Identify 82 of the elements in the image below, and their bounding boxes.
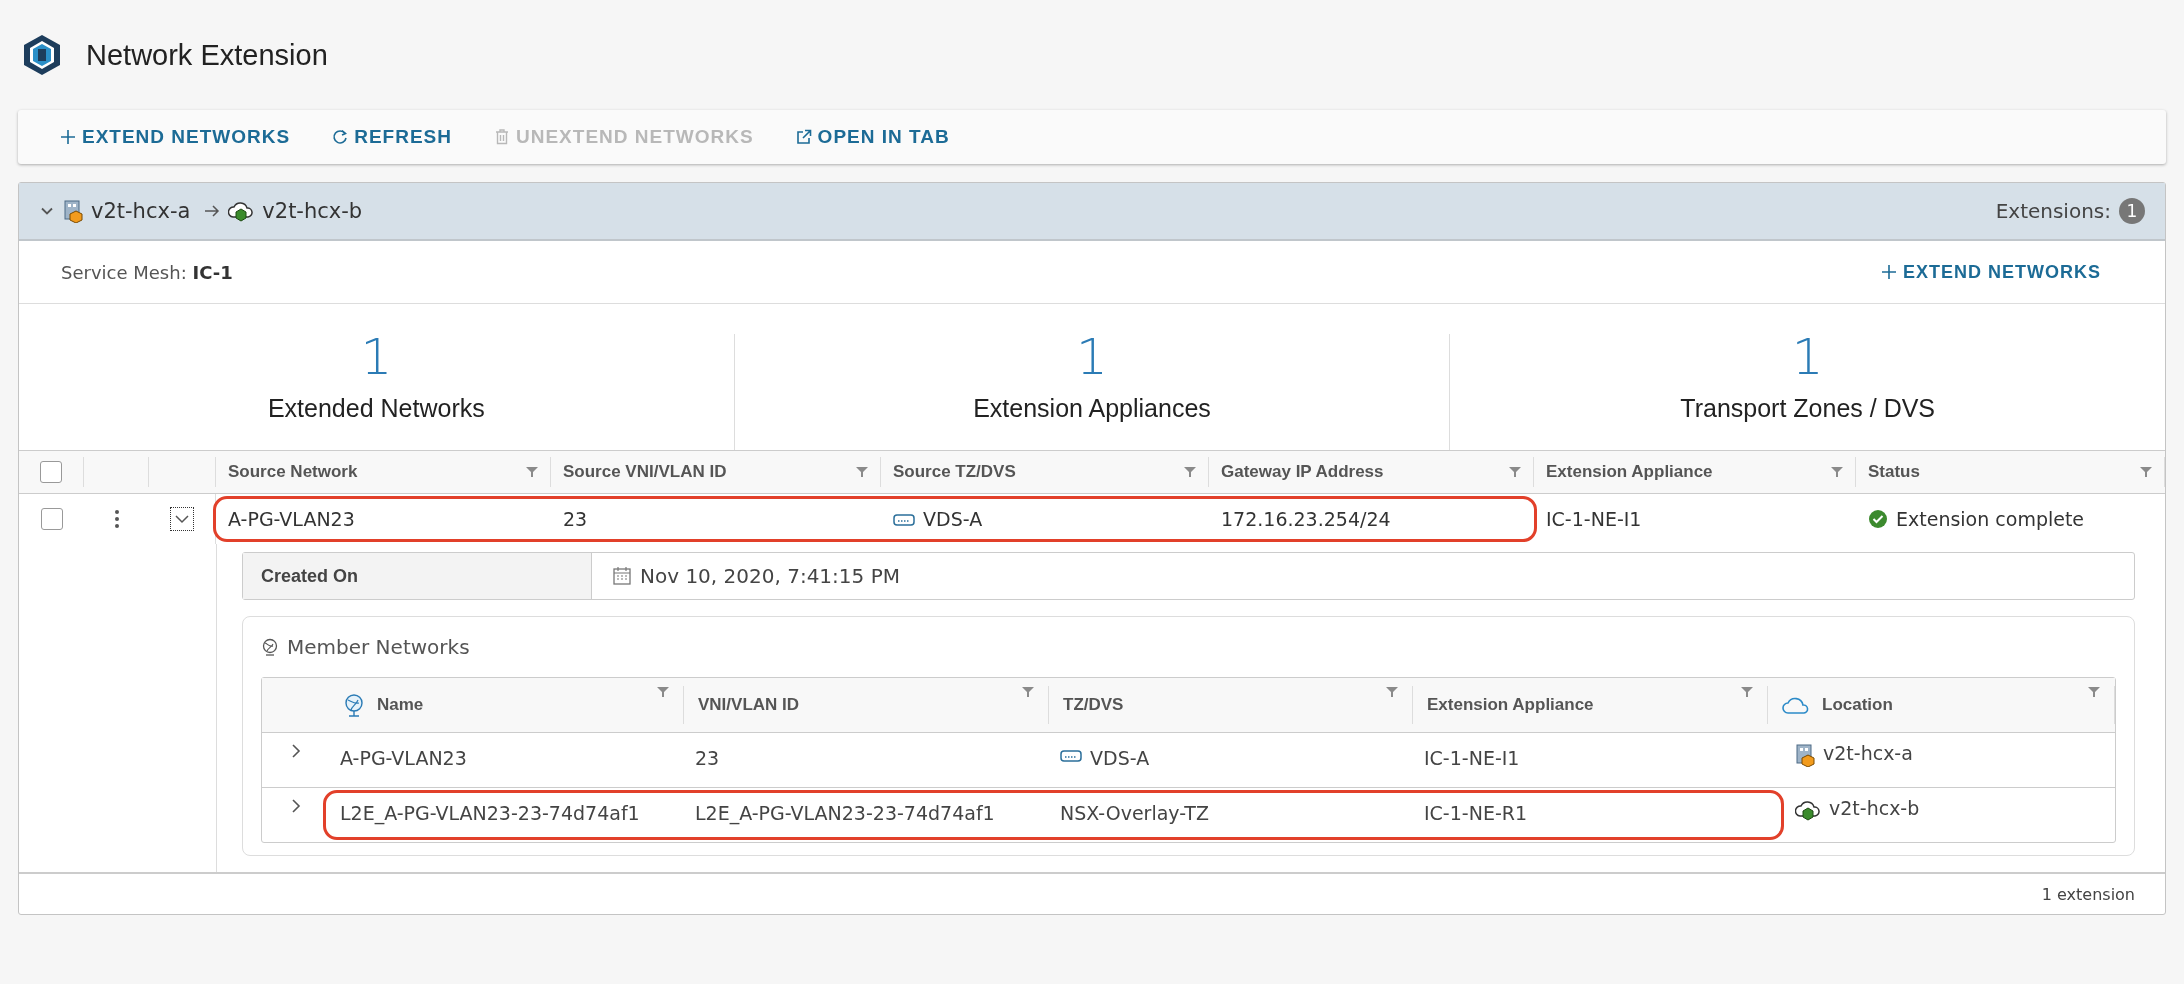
table-cell: NSX-Overlay-TZ bbox=[1060, 803, 1209, 825]
filter-icon[interactable] bbox=[1741, 686, 1753, 698]
stat-value: 1 bbox=[1076, 331, 1108, 382]
stat-label: Transport Zones / DVS bbox=[1680, 393, 1936, 423]
service-mesh-label: Service Mesh: IC-1 bbox=[61, 261, 233, 283]
table-cell: A-PG-VLAN23 bbox=[340, 748, 467, 770]
source-site-name: v2t-hcx-a bbox=[91, 199, 191, 223]
row-expand-toggle[interactable] bbox=[170, 507, 194, 531]
calendar-icon bbox=[612, 566, 632, 586]
filter-icon[interactable] bbox=[1386, 686, 1398, 698]
filter-icon[interactable] bbox=[2088, 686, 2100, 698]
plus-icon bbox=[60, 129, 76, 145]
filter-icon[interactable] bbox=[657, 686, 669, 698]
extend-networks-button[interactable]: EXTEND NETWORKS bbox=[1877, 257, 2105, 287]
refresh-icon bbox=[332, 129, 349, 145]
filter-icon[interactable] bbox=[1022, 686, 1034, 698]
member-networks-title: Member Networks bbox=[287, 635, 470, 659]
extension-count: 1 extension bbox=[2041, 884, 2135, 904]
toolbar-button[interactable]: EXTEND NETWORKS bbox=[56, 122, 295, 152]
filter-icon[interactable] bbox=[1509, 466, 1521, 478]
table-cell: L2E_A-PG-VLAN23-23-74d74af1 bbox=[340, 803, 640, 825]
column-header: Source TZ/DVS bbox=[893, 462, 1016, 482]
created-on-value: Nov 10, 2020, 7:41:15 PM bbox=[640, 564, 900, 588]
table-cell: IC-1-NE-R1 bbox=[1424, 803, 1528, 825]
filter-icon[interactable] bbox=[2140, 466, 2152, 478]
stat-value: 1 bbox=[360, 331, 393, 382]
column-header: Status bbox=[1868, 462, 1920, 482]
table-cell: 23 bbox=[563, 508, 588, 530]
table-cell: VDS-A bbox=[1090, 748, 1150, 770]
column-header: Name bbox=[377, 695, 424, 715]
column-header: TZ/DVS bbox=[1063, 695, 1124, 715]
filter-icon[interactable] bbox=[1184, 466, 1196, 478]
building-icon bbox=[63, 199, 83, 223]
table-cell: IC-1-NE-I1 bbox=[1546, 508, 1642, 530]
plus-icon bbox=[1881, 264, 1897, 280]
external-link-icon bbox=[795, 129, 812, 145]
column-header: Extension Appliance bbox=[1427, 695, 1594, 715]
page-title: Network Extension bbox=[86, 38, 328, 72]
more-options-icon[interactable] bbox=[113, 509, 120, 529]
table-cell: v2t-hcx-a bbox=[1823, 743, 1913, 765]
destination-site-name: v2t-hcx-b bbox=[262, 199, 363, 223]
extensions-label: Extensions: bbox=[1995, 199, 2111, 223]
filter-icon[interactable] bbox=[856, 466, 868, 478]
switch-icon bbox=[893, 512, 915, 526]
select-all-checkbox[interactable] bbox=[40, 461, 62, 483]
column-header: Extension Appliance bbox=[1546, 462, 1713, 482]
table-cell: v2t-hcx-b bbox=[1829, 798, 1920, 820]
building-icon bbox=[1795, 743, 1815, 767]
toolbar-button[interactable]: REFRESH bbox=[328, 122, 456, 152]
table-cell: L2E_A-PG-VLAN23-23-74d74af1 bbox=[695, 803, 995, 825]
created-on-label: Created On bbox=[243, 553, 592, 599]
cloud-icon bbox=[228, 199, 255, 223]
stat-label: Extended Networks bbox=[267, 393, 485, 423]
switch-icon bbox=[1060, 748, 1082, 762]
column-header: Source Network bbox=[228, 462, 358, 482]
column-header: VNI/VLAN ID bbox=[698, 695, 800, 715]
arrow-right-icon bbox=[204, 203, 221, 219]
table-cell: 23 bbox=[695, 748, 720, 770]
trash-icon bbox=[494, 129, 510, 145]
app-logo-icon bbox=[22, 33, 62, 77]
extensions-count-badge: 1 bbox=[2119, 198, 2145, 224]
success-check-icon bbox=[1868, 509, 1888, 529]
filter-icon[interactable] bbox=[1831, 466, 1843, 478]
globe-icon bbox=[261, 638, 279, 656]
table-cell: VDS-A bbox=[923, 508, 983, 530]
column-header: Location bbox=[1822, 695, 1893, 715]
stat-value: 1 bbox=[1791, 331, 1824, 382]
column-header: Source VNI/VLAN ID bbox=[563, 462, 727, 482]
status-text: Extension complete bbox=[1896, 508, 2085, 530]
globe-icon bbox=[343, 693, 365, 717]
filter-icon[interactable] bbox=[526, 466, 538, 478]
cloud-icon bbox=[1782, 695, 1810, 715]
table-cell: 172.16.23.254/24 bbox=[1221, 508, 1391, 530]
row-expand-toggle[interactable] bbox=[289, 743, 302, 759]
stat-label: Extension Appliances bbox=[973, 393, 1211, 423]
cloud-icon bbox=[1795, 798, 1821, 822]
table-cell: A-PG-VLAN23 bbox=[228, 508, 355, 530]
table-cell: IC-1-NE-I1 bbox=[1424, 748, 1520, 770]
row-checkbox[interactable] bbox=[40, 508, 63, 530]
column-header: Gateway IP Address bbox=[1221, 462, 1384, 482]
toolbar-button[interactable]: OPEN IN TAB bbox=[791, 122, 954, 152]
row-expand-toggle[interactable] bbox=[289, 798, 302, 814]
